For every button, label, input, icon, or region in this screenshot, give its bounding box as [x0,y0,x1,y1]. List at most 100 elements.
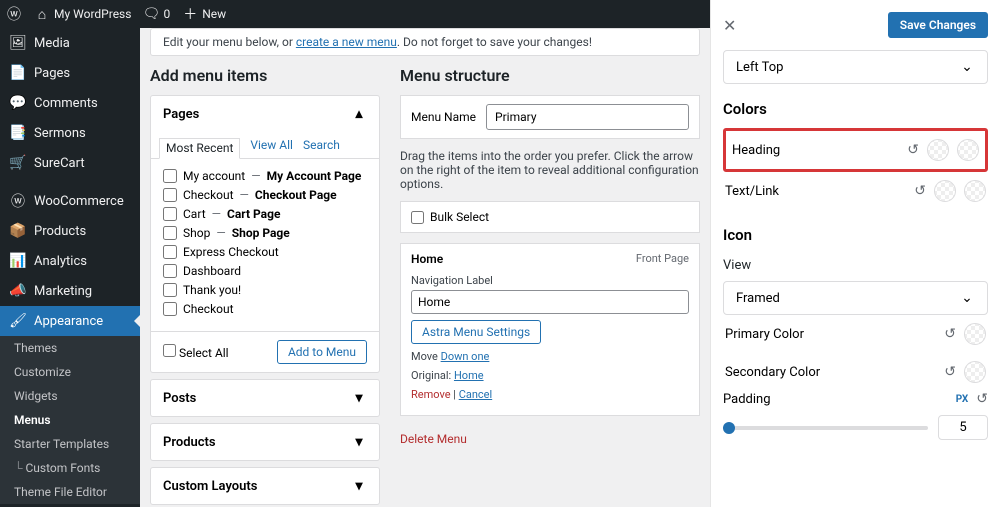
tab-search[interactable]: Search [303,138,340,152]
panel-header: ✕ Save Changes [723,12,988,38]
sidebar-item-analytics[interactable]: 📊Analytics [0,246,140,276]
create-menu-link[interactable]: create a new menu [296,35,397,49]
unit-label[interactable]: PX [956,394,969,405]
sidebar-item-media[interactable]: 🖼Media [0,28,140,58]
accordion-products[interactable]: Products▾ [150,423,380,461]
add-to-menu-button[interactable]: Add to Menu [277,340,367,364]
page-checkbox[interactable] [163,207,177,221]
drag-hint: Drag the items into the order you prefer… [400,149,700,191]
menu-structure-column: Menu structure Menu Name Drag the items … [400,66,700,507]
wp-logo[interactable]: ⓦ [6,6,22,22]
primary-color-swatch[interactable] [964,323,986,345]
select-all[interactable]: Select All [163,344,229,360]
sermons-icon: 📑 [10,125,26,141]
reset-icon[interactable]: ↺ [976,391,988,407]
textlink-color-swatch-1[interactable] [934,180,956,202]
submenu-widgets[interactable]: Widgets [0,384,140,408]
page-checkbox[interactable] [163,226,177,240]
padding-row: Padding PX ↺ [723,391,988,407]
reset-icon[interactable]: ↺ [944,326,956,342]
page-item[interactable]: My account — My Account Page [163,169,367,183]
secondary-color-swatch[interactable] [964,361,986,383]
padding-slider[interactable] [723,426,928,430]
reset-icon[interactable]: ↺ [944,364,956,380]
bulk-select-checkbox[interactable] [411,211,424,224]
submenu-themes[interactable]: Themes [0,336,140,360]
heading-color-swatch-2[interactable] [957,139,979,161]
remove-cancel-row: Remove | Cancel [411,388,689,401]
view-select[interactable]: Framed ⌄ [723,281,988,315]
padding-slider-row [723,415,988,440]
save-changes-button[interactable]: Save Changes [888,12,988,38]
marketing-icon: 📣 [10,283,26,299]
original-link[interactable]: Home [454,369,484,382]
submenu-menus[interactable]: Menus [0,408,140,432]
page-checkbox[interactable] [163,188,177,202]
astra-settings-button[interactable]: Astra Menu Settings [411,320,541,344]
surecart-icon: 🛒 [10,155,26,171]
page-item[interactable]: Express Checkout [163,245,367,259]
textlink-color-row: Text/Link ↺ [723,172,988,210]
analytics-icon: 📊 [10,253,26,269]
accordion-posts[interactable]: Posts▾ [150,379,380,417]
page-item[interactable]: Shop — Shop Page [163,226,367,240]
comments-link[interactable]: 🗨0 [143,6,170,22]
page-checkbox[interactable] [163,245,177,259]
page-item[interactable]: Checkout — Checkout Page [163,188,367,202]
accordion-pages-head[interactable]: Pages▴ [151,96,379,132]
submenu-customize[interactable]: Customize [0,360,140,384]
menu-item-header[interactable]: Home Front Page [411,252,689,266]
move-down-link[interactable]: Down one [441,350,490,363]
close-icon[interactable]: ✕ [723,16,736,35]
appearance-submenu: Themes Customize Widgets Menus Starter T… [0,336,140,504]
submenu-theme-file-editor[interactable]: Theme File Editor [0,480,140,504]
woo-icon: ⓦ [10,193,26,209]
site-link[interactable]: ⌂My WordPress [34,6,131,22]
submenu-custom-fonts[interactable]: └ Custom Fonts [0,456,140,480]
tab-most-recent[interactable]: Most Recent [159,138,240,159]
page-checkbox[interactable] [163,169,177,183]
comments-icon: 💬 [10,95,26,111]
sidebar-item-sermons[interactable]: 📑Sermons [0,118,140,148]
padding-input[interactable] [938,415,988,440]
new-link[interactable]: ＋New [182,6,226,22]
wordpress-icon: ⓦ [6,6,22,22]
page-item[interactable]: Thank you! [163,283,367,297]
textlink-color-swatch-2[interactable] [964,180,986,202]
page-item[interactable]: Dashboard [163,264,367,278]
heading-color-swatch-1[interactable] [927,139,949,161]
sidebar-item-appearance[interactable]: 🖌Appearance [0,306,140,336]
position-select[interactable]: Left Top ⌄ [723,50,988,84]
reset-icon[interactable]: ↺ [907,142,919,158]
pages-tabs: Most Recent View All Search [151,132,379,159]
menu-structure-title: Menu structure [400,66,700,85]
page-checkbox[interactable] [163,283,177,297]
sidebar-item-comments[interactable]: 💬Comments [0,88,140,118]
select-all-checkbox[interactable] [163,344,176,357]
page-checkbox[interactable] [163,302,177,316]
cancel-link[interactable]: Cancel [459,388,492,401]
delete-menu-link[interactable]: Delete Menu [400,432,467,446]
edit-menu-notice: Edit your menu below, or create a new me… [150,28,700,56]
accordion-custom-layouts[interactable]: Custom Layouts▾ [150,467,380,505]
remove-link[interactable]: Remove [411,388,451,401]
colors-section-title: Colors [723,100,988,118]
page-item[interactable]: Cart — Cart Page [163,207,367,221]
page-checkbox[interactable] [163,264,177,278]
settings-panel: ✕ Save Changes Left Top ⌄ Colors Heading… [710,0,1000,507]
menu-name-input[interactable] [486,104,689,130]
original-row: Original: Home [411,369,689,382]
sidebar-item-surecart[interactable]: 🛒SureCart [0,148,140,178]
sidebar-item-woocommerce[interactable]: ⓦWooCommerce [0,186,140,216]
reset-icon[interactable]: ↺ [914,183,926,199]
menu-name-label: Menu Name [411,110,476,124]
pages-footer: Select All Add to Menu [151,331,379,372]
nav-label-input[interactable] [411,290,689,314]
page-item[interactable]: Checkout [163,302,367,316]
sidebar-item-products[interactable]: 📦Products [0,216,140,246]
submenu-starter-templates[interactable]: Starter Templates [0,432,140,456]
sidebar-item-pages[interactable]: 📄Pages [0,58,140,88]
sidebar-item-marketing[interactable]: 📣Marketing [0,276,140,306]
main-content: Edit your menu below, or create a new me… [140,28,710,507]
tab-view-all[interactable]: View All [250,138,293,152]
